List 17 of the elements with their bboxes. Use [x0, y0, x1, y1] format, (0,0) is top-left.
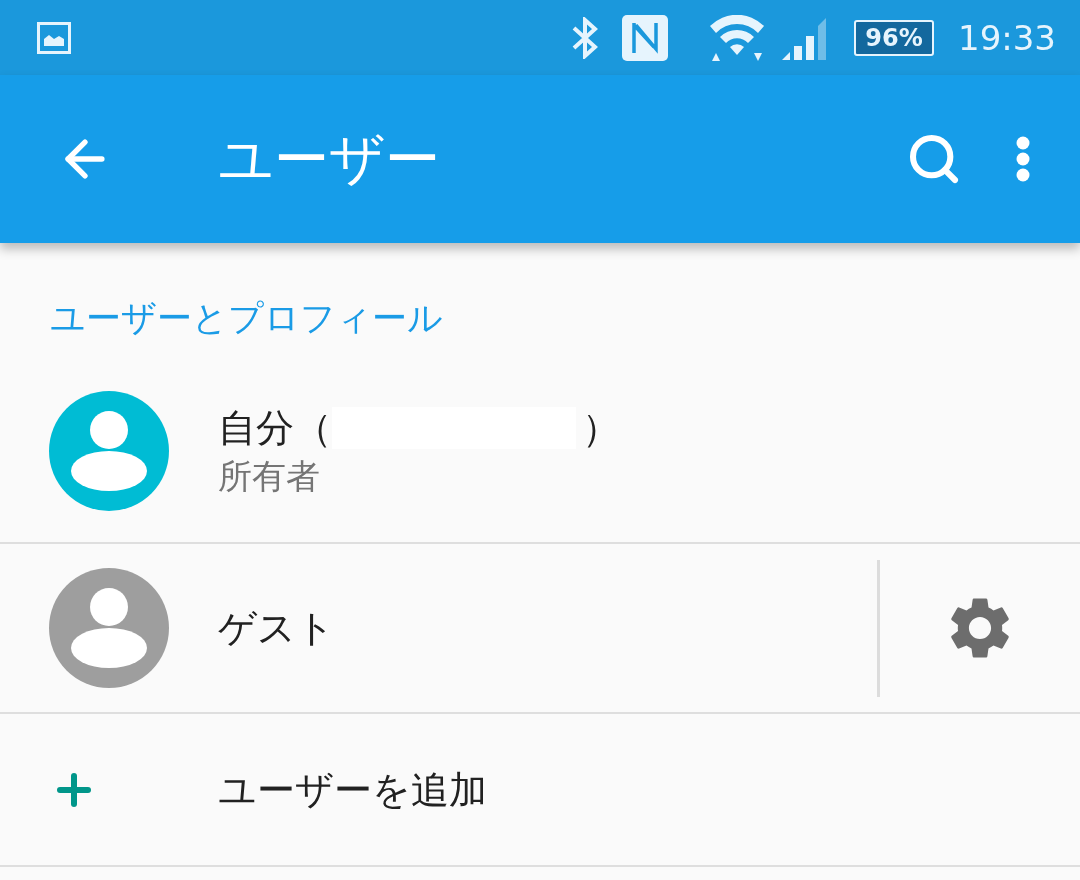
clock-time: 19:33 — [958, 20, 1056, 55]
add-user-item[interactable]: ユーザーを追加 — [0, 714, 1080, 867]
user-name: 自分（ — [218, 405, 332, 452]
user-role: 所有者 — [218, 455, 321, 498]
add-user-label: ユーザーを追加 — [218, 770, 487, 809]
user-name: ゲスト — [218, 605, 335, 652]
battery-percentage: 96% — [865, 25, 923, 50]
nfc-icon — [622, 14, 668, 61]
closing-parenthesis: ） — [582, 405, 620, 452]
more-options-icon — [1016, 136, 1030, 182]
section-header: ユーザーとプロフィール — [50, 301, 443, 336]
app-bar-title: ユーザー — [218, 131, 440, 187]
bluetooth-icon — [572, 16, 598, 59]
more-options-button[interactable] — [1016, 136, 1030, 182]
wifi-icon — [708, 14, 766, 61]
user-list-item[interactable]: ゲスト — [0, 544, 1080, 714]
image-icon — [37, 21, 71, 54]
